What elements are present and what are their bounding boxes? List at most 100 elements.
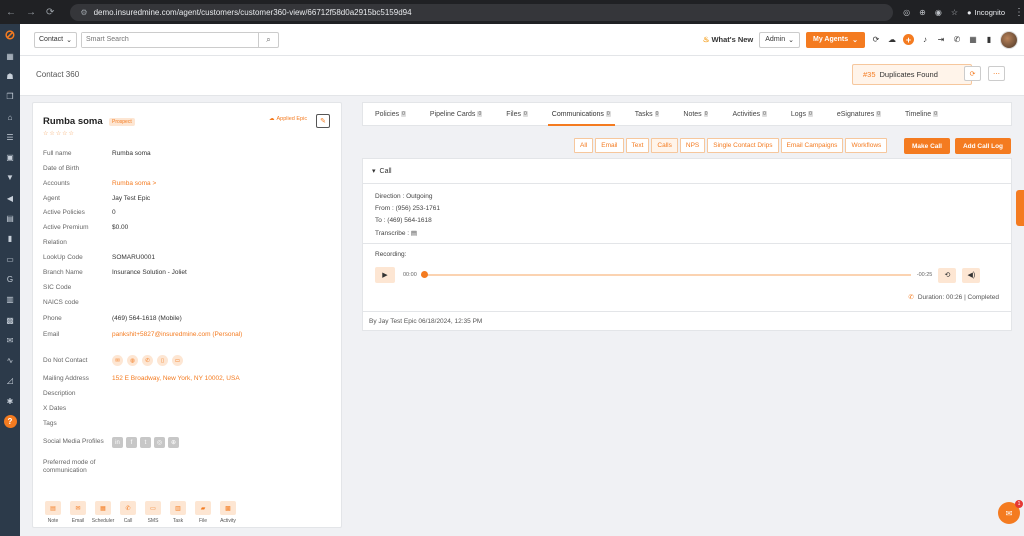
eye-off-icon[interactable]: ◎ [903,8,910,17]
megaphone-icon[interactable]: ◀ [0,188,20,208]
tab-pipeline-cards[interactable]: Pipeline Cards 0 [418,102,494,126]
forms-icon[interactable]: ▥ [0,290,20,310]
sync-icon[interactable]: ⟳ [871,35,881,44]
dashboard-icon[interactable]: ▦ [0,46,20,66]
browser-menu-icon[interactable]: ⋮ [1014,7,1024,18]
filter-single-contact-drips-button[interactable]: Single Contact Drips [707,138,779,153]
applied-epic-link[interactable]: ☁ Applied Epic [269,116,307,122]
calendar-icon[interactable]: ▩ [0,310,20,330]
google-icon[interactable]: G [0,269,20,289]
website-icon[interactable]: ⊕ [168,437,179,448]
loop-icon[interactable]: ⟲ [938,267,957,283]
chat-channel-icon[interactable]: ◍ [127,355,138,366]
bell-icon[interactable]: ♪ [920,35,930,44]
tab-esignatures[interactable]: eSignatures 0 [825,102,893,126]
action-note-button[interactable]: ▤ Note [43,501,63,524]
filter-nps-button[interactable]: NPS [679,138,706,153]
action-task-button[interactable]: ▥ Task [168,501,188,524]
star-icon[interactable]: ☆ [951,8,958,17]
carrier-icon[interactable]: ⌂ [0,107,20,127]
my-agents-button[interactable]: My Agents ⌄ [805,31,865,48]
mail-icon[interactable]: ✉ [0,330,20,350]
action-sms-button[interactable]: ▭ SMS [143,501,163,524]
tab-timeline[interactable]: Timeline 0 [893,102,950,126]
filter-email-campaigns-button[interactable]: Email Campaigns [780,138,844,153]
twitter-icon[interactable]: t [140,437,151,448]
duplicates-found-badge[interactable]: #35 Duplicates Found [852,64,972,85]
tab-policies[interactable]: Policies 0 [363,102,418,126]
contacts-icon[interactable]: ☗ [0,66,20,86]
documents-icon[interactable]: ❐ [0,87,20,107]
incognito-indicator[interactable]: ● Incognito [967,8,1005,17]
back-arrow-icon[interactable]: ← [6,7,16,18]
clipboard-icon[interactable]: ▤ [0,208,20,228]
call-channel-icon[interactable]: ✆ [142,355,153,366]
search-scope-select[interactable]: Contact ⌄ [34,31,77,48]
field-value[interactable]: Rumba soma > [112,180,156,187]
mail-channel-icon[interactable]: ▭ [172,355,183,366]
more-options-button[interactable]: ⋯ [988,66,1005,81]
feedback-side-tab[interactable] [1016,190,1024,226]
filter-email-button[interactable]: Email [595,138,624,153]
action-call-button[interactable]: ✆ Call [118,501,138,524]
tab-tasks[interactable]: Tasks 0 [623,102,672,126]
chip-icon[interactable]: ▦ [968,35,978,44]
volume-icon[interactable]: ◀) [962,267,981,283]
linkedin-icon[interactable]: in [112,437,123,448]
action-file-button[interactable]: ▰ File [193,501,213,524]
facebook-icon[interactable]: f [126,437,137,448]
reports-icon[interactable]: ▮ [0,229,20,249]
settings-icon[interactable]: ✱ [0,391,20,411]
make-call-button[interactable]: Make Call [904,138,950,154]
edit-contact-button[interactable]: ✎ [316,114,330,128]
whats-new-link[interactable]: ♨ What's New [703,35,754,44]
field-value[interactable]: 152 E Broadway, New York, NY 10002, USA [112,375,240,382]
audio-progress-knob[interactable] [420,271,428,278]
filter-all-button[interactable]: All [574,138,594,153]
instagram-icon[interactable]: ◎ [154,437,165,448]
help-icon[interactable]: ? [3,415,17,429]
folder-icon[interactable]: ▭ [0,249,20,269]
action-scheduler-button[interactable]: ▦ Scheduler [92,501,114,524]
site-info-icon[interactable]: ⚙ [80,8,87,17]
pulse-icon[interactable]: ∿ [0,350,20,370]
email-channel-icon[interactable]: ✉ [112,355,123,366]
call-header[interactable]: ▾ Call [363,159,1011,184]
play-icon[interactable]: ▶ [375,267,395,283]
analytics-icon[interactable]: ◿ [0,371,20,391]
tab-notes[interactable]: Notes 0 [671,102,720,126]
cloud-icon[interactable]: ☁ [887,35,897,44]
app-logo-icon[interactable]: ⊘ [0,24,20,46]
add-icon[interactable]: + [903,34,914,45]
add-call-log-button[interactable]: Add Call Log [955,138,1011,154]
logout-icon[interactable]: ⇥ [936,35,946,44]
rating-stars[interactable]: ☆☆☆☆☆ [43,130,75,137]
tab-logs[interactable]: Logs 0 [779,102,825,126]
tab-activities[interactable]: Activities 0 [720,102,778,126]
refresh-button[interactable]: ⟳ [964,66,981,81]
device-icon[interactable]: ▮ [984,35,994,44]
action-activity-button[interactable]: ▩ Activity [218,501,238,524]
document-icon[interactable]: ▤ [411,230,417,237]
filter-calls-button[interactable]: Calls [651,138,678,153]
privacy-icon[interactable]: ◉ [935,8,942,17]
tab-files[interactable]: Files 0 [494,102,540,126]
search-icon[interactable]: ⌕ [258,31,278,48]
list-icon[interactable]: ☰ [0,127,20,147]
contact-card-icon[interactable]: ▣ [0,147,20,167]
tab-communications[interactable]: Communications 0 [540,102,623,126]
search-input[interactable] [82,32,258,47]
field-value[interactable]: pankshit+5827@insuredmine.com (Personal) [112,331,242,338]
phone-icon[interactable]: ✆ [952,35,962,44]
admin-select[interactable]: Admin ⌄ [759,31,800,48]
zoom-icon[interactable]: ⊕ [919,8,926,17]
address-bar[interactable]: ⚙ demo.insuredmine.com/agent/customers/c… [70,3,894,21]
audio-progress-track[interactable] [420,271,911,278]
filter-text-button[interactable]: Text [625,138,650,153]
filter-workflows-button[interactable]: Workflows [845,138,888,153]
forward-arrow-icon[interactable]: → [26,7,36,18]
avatar[interactable] [1000,30,1018,49]
action-email-button[interactable]: ✉ Email [68,501,88,524]
filter-icon[interactable]: ▼ [0,168,20,188]
sms-channel-icon[interactable]: ▯ [157,355,168,366]
